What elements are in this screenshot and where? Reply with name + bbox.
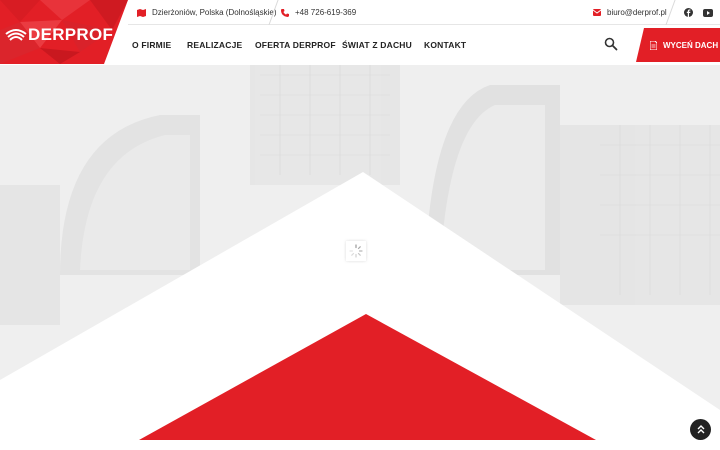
youtube-icon xyxy=(703,8,713,17)
search-icon[interactable] xyxy=(604,37,618,51)
map-icon xyxy=(137,8,146,17)
phone-icon xyxy=(281,8,289,17)
nav-item-oferta-derprof[interactable]: OFERTA DERPROF xyxy=(255,25,336,65)
quote-roof-label: WYCEŃ DACH xyxy=(663,40,719,50)
quote-roof-button[interactable]: WYCEŃ DACH xyxy=(636,28,720,62)
phone-text: +48 726-619-369 xyxy=(295,8,357,17)
nav-item-swiat-z-dachu[interactable]: ŚWIAT Z DACHU xyxy=(342,25,412,65)
phone-info[interactable]: +48 726-619-369 xyxy=(281,0,356,25)
logo-text: DERPROF xyxy=(28,25,114,44)
nav-item-kontakt[interactable]: KONTAKT xyxy=(424,25,466,65)
location-info: Dzierżoniów, Polska (Dolnośląskie) xyxy=(137,0,277,25)
double-chevron-up-icon xyxy=(697,425,704,434)
document-icon xyxy=(650,40,657,50)
top-info-bar: Dzierżoniów, Polska (Dolnośląskie) +48 7… xyxy=(128,0,720,25)
spinner-icon xyxy=(349,244,363,258)
scroll-to-top-button[interactable] xyxy=(690,419,711,440)
nav-item-o-firmie[interactable]: O FIRMIE xyxy=(132,25,171,65)
envelope-icon xyxy=(593,9,601,16)
email-text: biuro@derprof.pl xyxy=(607,8,667,17)
youtube-link[interactable] xyxy=(703,0,713,25)
loading-indicator xyxy=(346,241,366,261)
email-info[interactable]: biuro@derprof.pl xyxy=(593,0,667,25)
facebook-link[interactable] xyxy=(684,0,693,25)
nav-item-realizacje[interactable]: REALIZACJE xyxy=(187,25,242,65)
facebook-icon xyxy=(684,8,693,17)
location-text: Dzierżoniów, Polska (Dolnośląskie) xyxy=(152,8,277,17)
roof-logo-icon xyxy=(5,29,27,41)
logo[interactable]: DERPROF xyxy=(0,0,128,64)
main-navigation: O FIRMIE REALIZACJE OFERTA DERPROF ŚWIAT… xyxy=(128,25,720,65)
